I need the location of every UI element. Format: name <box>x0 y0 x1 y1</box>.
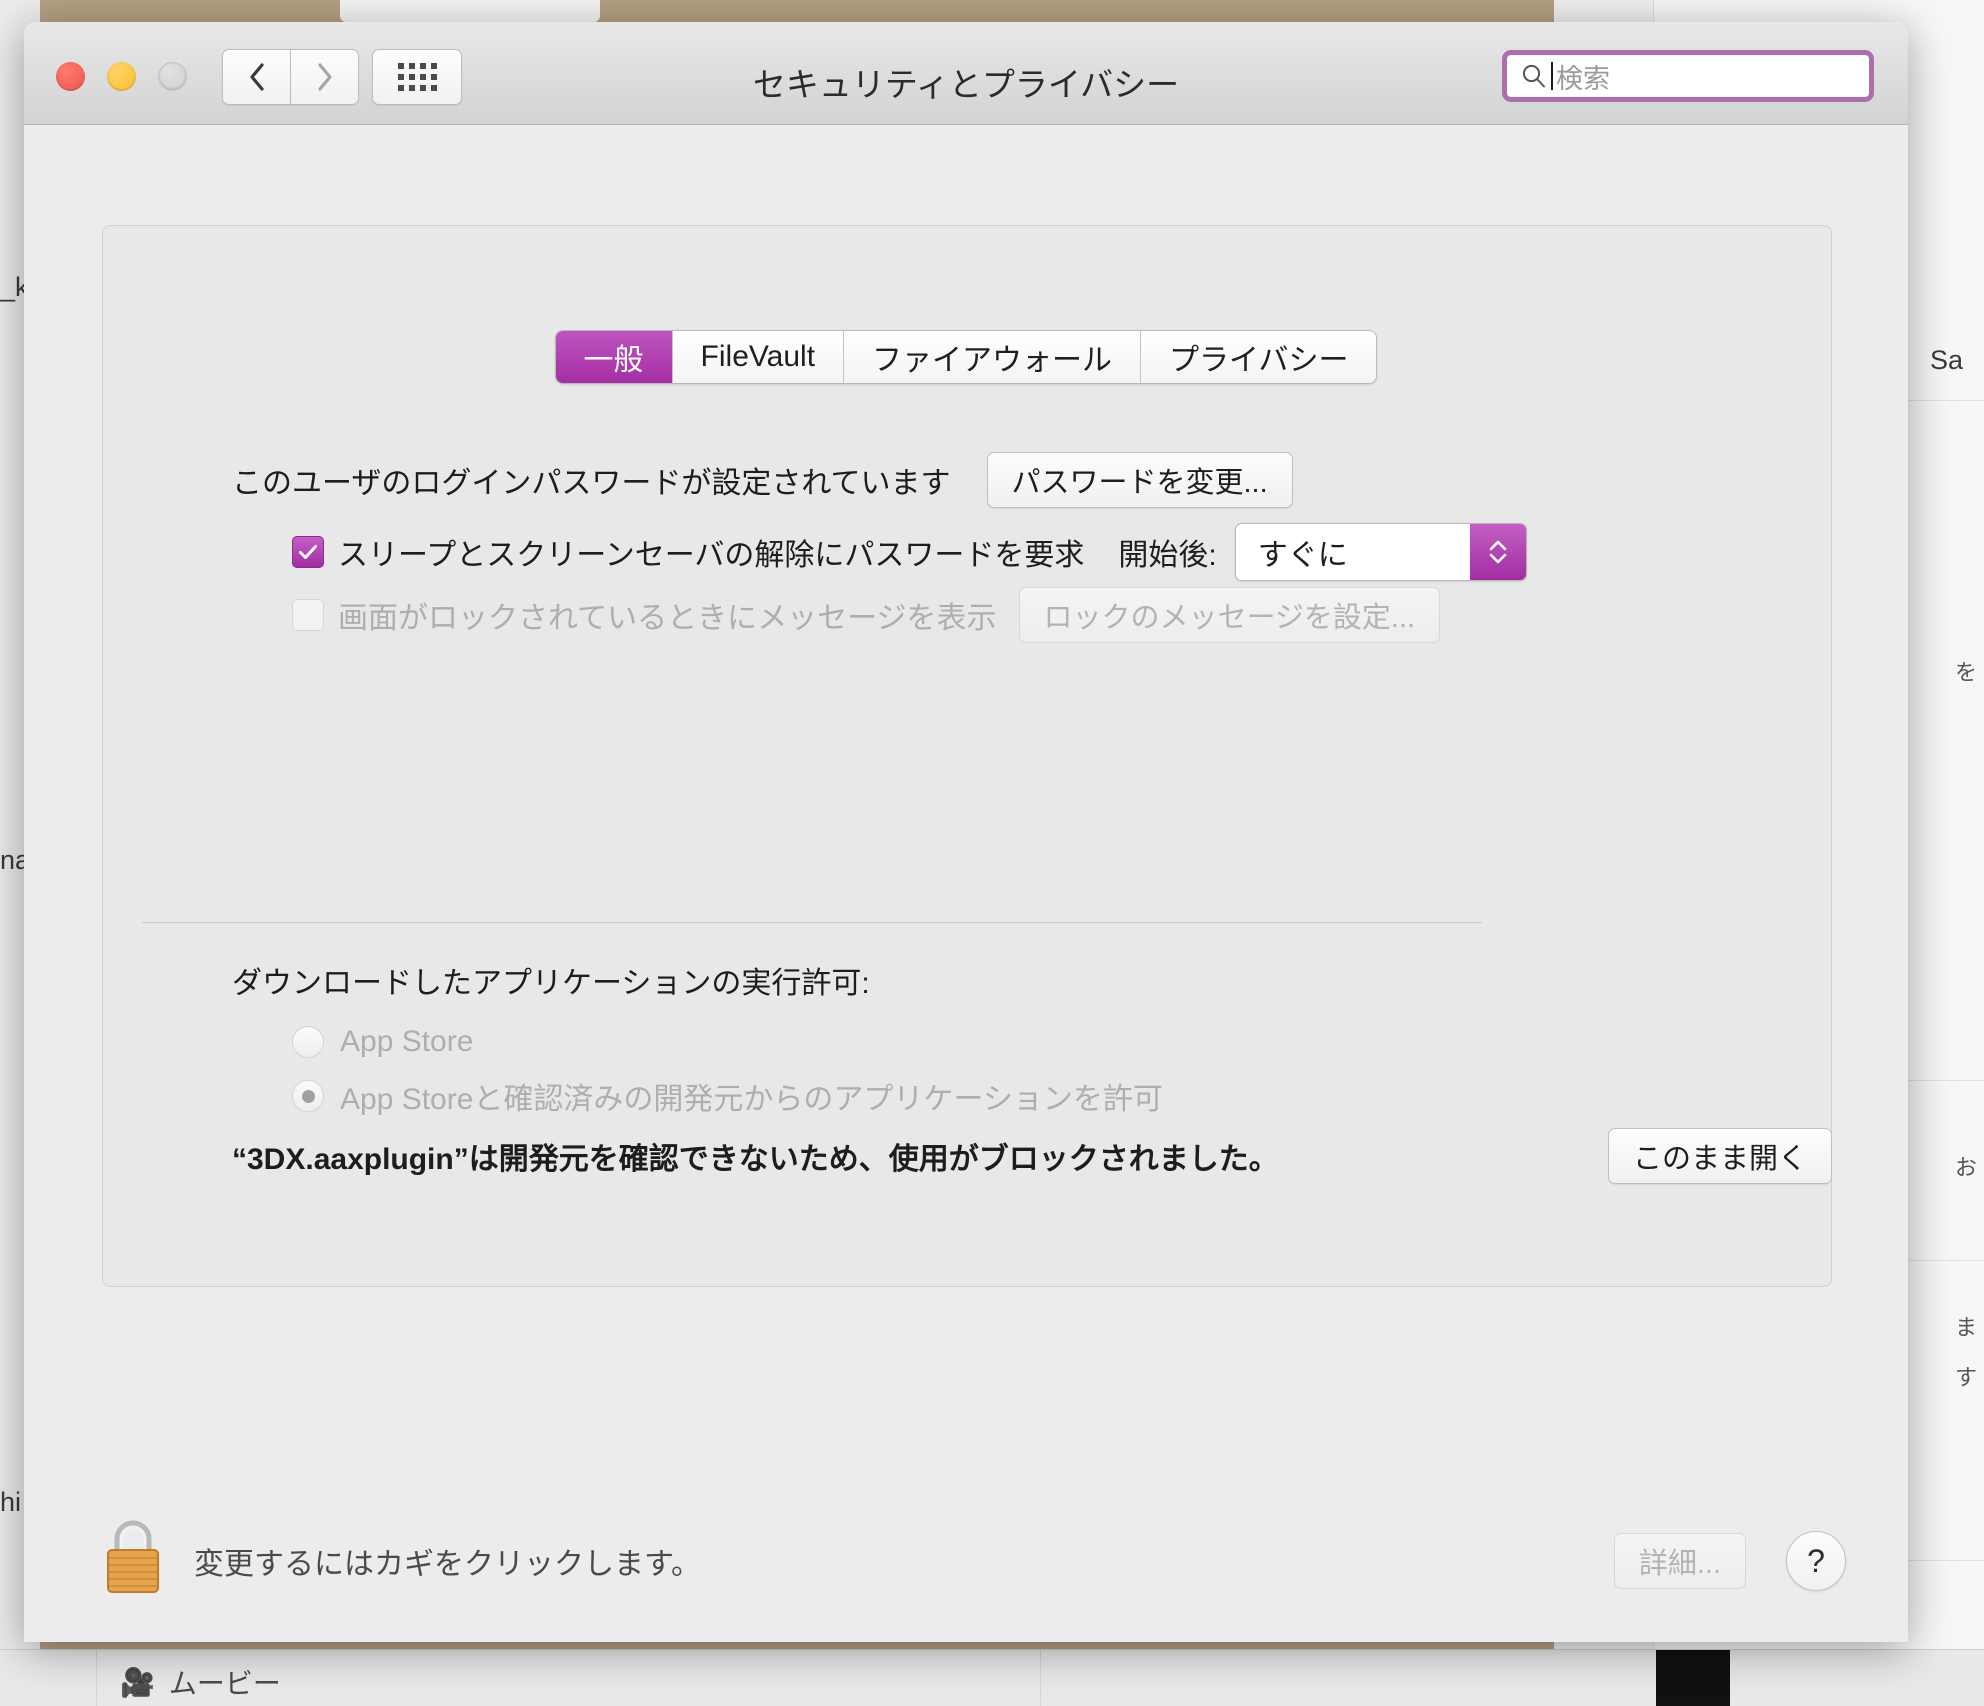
delay-popup-value: すぐに <box>1235 524 1470 580</box>
radio-selected-dot <box>301 1089 315 1103</box>
background-text-fragment: を <box>1955 660 1978 685</box>
background-text-fragment: hi <box>0 1487 22 1517</box>
lock-message-checkbox <box>292 599 324 631</box>
open-anyway-button[interactable]: このまま開く <box>1607 1128 1832 1184</box>
background-sheet <box>340 0 600 22</box>
background-thumbnail <box>1656 1650 1730 1706</box>
screen: _k na hi Sa を お ま す 🎥 ムービー セキュリティとプライバシー… <box>0 0 1984 1706</box>
blocked-app-row: “3DX.aaxplugin”は開発元を確認できないため、使用がブロックされまし… <box>232 1128 1832 1184</box>
password-status-row: このユーザのログインパスワードが設定されています パスワードを変更... <box>232 452 1293 508</box>
background-text-fragment: Sa <box>1930 345 1964 375</box>
window-titlebar: セキュリティとプライバシー 検索 <box>24 22 1908 125</box>
gatekeeper-option-appstore: App Store <box>292 1025 473 1059</box>
gatekeeper-heading-row: ダウンロードしたアプリケーションの実行許可: <box>232 958 870 1002</box>
delay-label: 開始後: <box>1118 539 1217 572</box>
delay-popup-button[interactable]: すぐに <box>1234 523 1527 581</box>
stepper-arrows <box>1469 524 1526 580</box>
password-status-label: このユーザのログインパスワードが設定されています <box>232 467 951 500</box>
checkmark-icon <box>299 545 317 559</box>
chevron-up-down-icon <box>1489 540 1507 564</box>
window-content: 一般 FileVault ファイアウォール プライバシー このユーザのログインパ… <box>24 125 1908 1642</box>
gatekeeper-option-appstore-identified: App Storeと確認済みの開発元からのアプリケーションを許可 <box>292 1074 1163 1118</box>
tab-privacy[interactable]: プライバシー <box>1141 331 1377 383</box>
require-password-label: スリープとスクリーンセーバの解除にパスワードを要求 <box>338 539 1085 572</box>
radio-app-store-and-identified-developers <box>292 1080 324 1112</box>
text-cursor <box>1551 62 1553 90</box>
require-password-row: スリープとスクリーンセーバの解除にパスワードを要求 開始後: すぐに <box>292 523 1527 581</box>
background-list-strip: 🎥 ムービー <box>0 1649 1984 1706</box>
advanced-button: 詳細... <box>1613 1533 1746 1589</box>
background-text-fragment: お <box>1955 1155 1978 1180</box>
background-list-item-label: ムービー <box>168 1668 281 1699</box>
set-lock-message-button: ロックのメッセージを設定... <box>1018 587 1441 643</box>
section-divider <box>142 922 1482 923</box>
help-button[interactable]: ? <box>1786 1531 1846 1591</box>
film-icon: 🎥 <box>120 1666 155 1698</box>
padlock-closed-icon[interactable] <box>102 1517 164 1595</box>
background-text-fragment: す <box>1955 1365 1978 1390</box>
tab-firewall[interactable]: ファイアウォール <box>844 331 1142 383</box>
change-password-button[interactable]: パスワードを変更... <box>986 452 1293 508</box>
gatekeeper-heading: ダウンロードしたアプリケーションの実行許可: <box>232 967 870 1000</box>
tab-bar: 一般 FileVault ファイアウォール プライバシー <box>24 330 1908 384</box>
search-icon <box>1522 64 1545 88</box>
security-privacy-window: セキュリティとプライバシー 検索 一般 FileVault ファイアウォール プ <box>24 22 1908 1642</box>
radio-app-store <box>292 1026 324 1058</box>
tab-general[interactable]: 一般 <box>555 331 673 383</box>
radio-app-store-and-identified-developers-label: App Storeと確認済みの開発元からのアプリケーションを許可 <box>340 1083 1163 1116</box>
tab-filevault[interactable]: FileVault <box>672 331 845 383</box>
background-list-item: 🎥 ムービー <box>120 1662 281 1702</box>
lock-message-row: 画面がロックされているときにメッセージを表示 ロックのメッセージを設定... <box>292 587 1441 643</box>
window-footer: 変更するにはカギをクリックします。 詳細... ? <box>24 1473 1908 1642</box>
radio-app-store-label: App Store <box>340 1025 474 1058</box>
require-password-checkbox[interactable] <box>292 536 324 568</box>
blocked-app-message: “3DX.aaxplugin”は開発元を確認できないため、使用がブロックされまし… <box>232 1143 1279 1176</box>
lock-message-label: 画面がロックされているときにメッセージを表示 <box>338 602 997 635</box>
background-text-fragment: ま <box>1955 1315 1978 1340</box>
lock-hint-text: 変更するにはカギをクリックします。 <box>194 1548 701 1581</box>
search-input[interactable]: 検索 <box>1556 57 1610 96</box>
search-field[interactable]: 検索 <box>1502 50 1874 102</box>
